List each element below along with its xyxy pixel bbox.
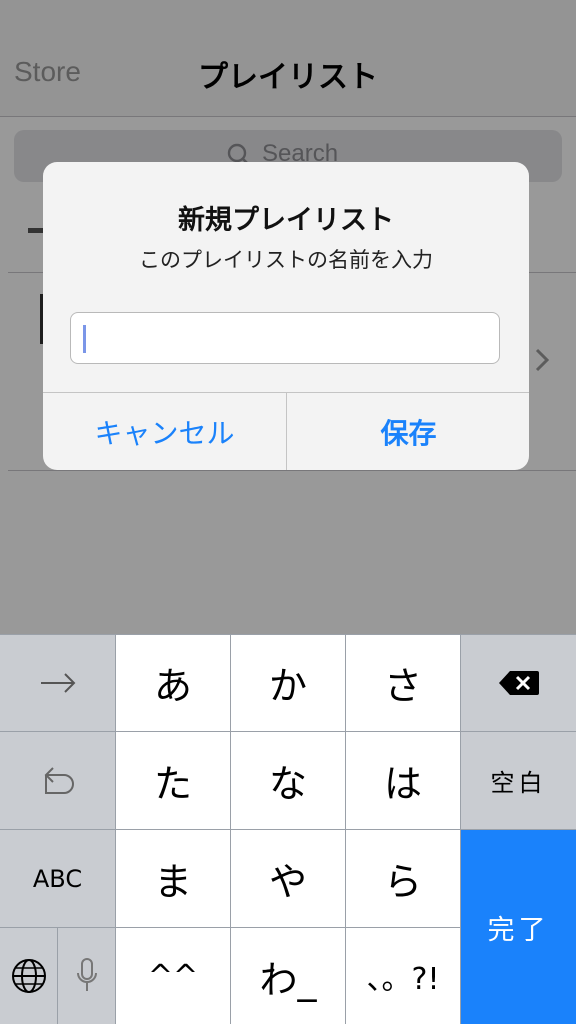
kana-key-ka[interactable]: か <box>231 634 345 731</box>
microphone-icon <box>76 958 97 991</box>
divider <box>57 928 58 1024</box>
new-playlist-alert: 新規プレイリスト このプレイリストの名前を入力 キャンセル 保存 <box>43 162 529 470</box>
divider <box>345 634 346 1024</box>
kaomoji-key[interactable]: ^^ <box>116 928 230 1024</box>
kana-key-sa[interactable]: さ <box>346 634 460 731</box>
alert-message: このプレイリストの名前を入力 <box>139 248 433 272</box>
undo-icon <box>44 766 74 794</box>
divider <box>230 634 231 1024</box>
japanese-kana-keyboard: ABC あ か さ た な は ま や ら ^^ わ_ 、。?! 空白 完了 <box>0 634 576 1024</box>
space-key[interactable]: 空白 <box>461 732 576 829</box>
divider <box>0 829 576 830</box>
delete-key[interactable] <box>461 634 576 731</box>
kana-key-ya[interactable]: や <box>231 830 345 927</box>
divider <box>115 634 116 1024</box>
next-candidate-key[interactable] <box>0 634 115 731</box>
kana-key-a[interactable]: あ <box>116 634 230 731</box>
kana-key-wa[interactable]: わ_ <box>231 928 345 1024</box>
punctuation-key[interactable]: 、。?! <box>346 928 460 1024</box>
kana-key-ha[interactable]: は <box>346 732 460 829</box>
alert-title: 新規プレイリスト <box>178 205 394 236</box>
abc-key[interactable]: ABC <box>0 830 115 927</box>
divider <box>460 634 461 1024</box>
save-button[interactable]: 保存 <box>287 393 529 470</box>
text-caret <box>83 325 86 353</box>
divider <box>0 634 576 635</box>
divider <box>0 731 576 732</box>
undo-key[interactable] <box>0 732 115 829</box>
kana-key-ra[interactable]: ら <box>346 830 460 927</box>
done-key[interactable]: 完了 <box>461 830 576 1024</box>
globe-key[interactable] <box>0 928 57 1024</box>
arrow-right-icon <box>40 672 75 693</box>
dictation-key[interactable] <box>58 928 115 1024</box>
playlist-name-input[interactable] <box>70 312 500 364</box>
kana-key-ma[interactable]: ま <box>116 830 230 927</box>
kana-key-na[interactable]: な <box>231 732 345 829</box>
globe-icon <box>11 959 46 993</box>
delete-icon <box>498 670 539 695</box>
kana-key-ta[interactable]: た <box>116 732 230 829</box>
cancel-button[interactable]: キャンセル <box>43 393 286 470</box>
